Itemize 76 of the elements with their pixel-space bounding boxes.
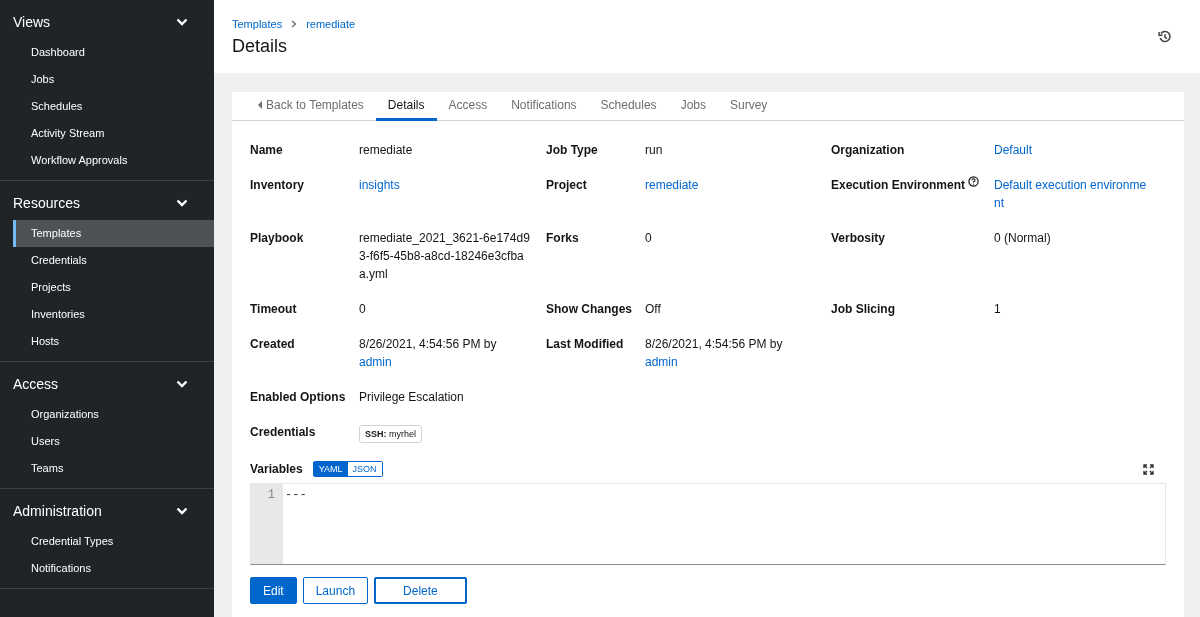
user-link[interactable]: admin bbox=[359, 355, 392, 369]
code-line: --- bbox=[285, 488, 307, 502]
field-label: Name bbox=[250, 142, 283, 159]
field-value: Privilege Escalation bbox=[359, 389, 465, 406]
field-label: Created bbox=[250, 336, 295, 353]
field-value: 8/26/2021, 4:54:56 PM by bbox=[359, 337, 497, 351]
field-label: Job Type bbox=[546, 142, 598, 159]
field-label: Inventory bbox=[250, 177, 304, 194]
field-label: Enabled Options bbox=[250, 389, 346, 406]
field-value: remediate_2021_3621-6e174d93-f6f5-45b8-a8cd-18246e3cfbaa.yml bbox=[359, 230, 531, 283]
nav-item[interactable]: Users bbox=[13, 428, 214, 455]
field-label: Credentials bbox=[250, 424, 316, 441]
launch-button[interactable]: Launch bbox=[302, 577, 369, 604]
nav-item[interactable]: Credential Types bbox=[13, 528, 214, 555]
section-heading[interactable]: Resources bbox=[13, 195, 80, 211]
help-icon[interactable] bbox=[968, 176, 980, 187]
field-label: Timeout bbox=[250, 301, 297, 318]
field-label: Variables bbox=[250, 462, 303, 476]
nav-item[interactable]: Templates bbox=[13, 220, 214, 247]
field-label: Verbosity bbox=[831, 230, 886, 247]
history-icon[interactable] bbox=[1158, 30, 1172, 44]
mode-toggle[interactable]: YAML bbox=[313, 462, 348, 476]
nav-item[interactable]: Teams bbox=[13, 455, 214, 482]
nav-item[interactable]: Jobs bbox=[13, 66, 214, 93]
tab[interactable]: Details bbox=[375, 92, 437, 121]
breadcrumb-link[interactable]: remediate bbox=[306, 18, 356, 30]
credential-chip: SSH: myrhel bbox=[359, 425, 423, 443]
breadcrumb-link[interactable]: Templates bbox=[232, 18, 283, 30]
user-link[interactable]: admin bbox=[645, 355, 678, 369]
field-label: Forks bbox=[546, 230, 579, 247]
field-label: Last Modified bbox=[546, 336, 624, 353]
field-label: Project bbox=[546, 177, 587, 194]
edit-button[interactable]: Edit bbox=[250, 577, 297, 604]
field-label: Playbook bbox=[250, 230, 304, 247]
value-link[interactable]: Default execution environment bbox=[994, 176, 1166, 212]
field-label: Job Slicing bbox=[831, 301, 895, 318]
tab[interactable]: Survey bbox=[718, 92, 780, 121]
nav-item[interactable]: Activity Stream bbox=[13, 120, 214, 147]
delete-button[interactable]: Delete bbox=[374, 577, 467, 604]
back-link[interactable]: Back to Templates bbox=[246, 92, 376, 121]
line-number: 1 bbox=[266, 488, 275, 502]
section-heading[interactable]: Views bbox=[13, 14, 51, 30]
nav-item[interactable]: Hosts bbox=[13, 328, 214, 355]
caret-left-icon bbox=[258, 101, 262, 109]
field-value: 8/26/2021, 4:54:56 PM by bbox=[645, 337, 783, 351]
field-value: 0 bbox=[645, 230, 653, 247]
tab[interactable]: Notifications bbox=[499, 92, 589, 121]
value-link[interactable]: Default bbox=[994, 141, 1166, 159]
field-value: Off bbox=[645, 301, 662, 318]
nav-item[interactable]: Dashboard bbox=[13, 39, 214, 66]
value-link[interactable]: remediate bbox=[645, 176, 831, 212]
tab[interactable]: Schedules bbox=[588, 92, 669, 121]
code-editor[interactable]: 1 --- bbox=[250, 483, 1166, 565]
chevron-right-icon bbox=[290, 20, 299, 28]
tab[interactable]: Access bbox=[436, 92, 500, 121]
nav-item[interactable]: Credentials bbox=[13, 247, 214, 274]
nav-item[interactable]: Inventories bbox=[13, 301, 214, 328]
field-value: 0 bbox=[359, 301, 367, 318]
field-value: 1 bbox=[994, 301, 1002, 318]
section-heading[interactable]: Access bbox=[13, 376, 59, 392]
field-value: 0 (Normal) bbox=[994, 230, 1052, 247]
section-heading[interactable]: Administration bbox=[13, 503, 102, 519]
field-value: remediate bbox=[359, 142, 414, 159]
nav-item[interactable]: Schedules bbox=[13, 93, 214, 120]
nav-item[interactable]: Projects bbox=[13, 274, 214, 301]
field-value: run bbox=[645, 142, 664, 159]
field-label: Execution Environment bbox=[831, 177, 966, 194]
value-link[interactable]: insights bbox=[359, 176, 546, 212]
nav-item[interactable]: Workflow Approvals bbox=[13, 147, 214, 174]
page-title: Details bbox=[232, 36, 289, 57]
field-label: Show Changes bbox=[546, 301, 632, 318]
field-label: Organization bbox=[831, 142, 905, 159]
expand-icon[interactable] bbox=[1143, 463, 1154, 475]
tab[interactable]: Jobs bbox=[668, 92, 718, 121]
nav-item[interactable]: Notifications bbox=[13, 555, 214, 582]
nav-item[interactable]: Organizations bbox=[13, 401, 214, 428]
